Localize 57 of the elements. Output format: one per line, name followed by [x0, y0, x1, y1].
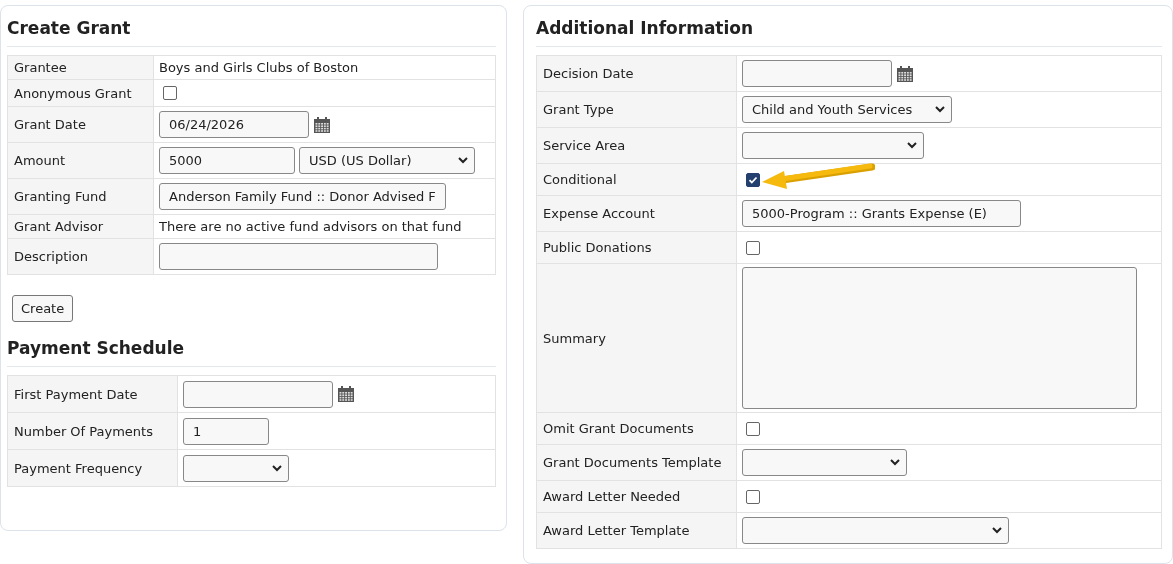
select-field[interactable]: [183, 454, 289, 482]
input-field[interactable]: 5000-Program :: Grants Expense (E): [742, 200, 1021, 227]
field-label: Number Of Payments: [7, 412, 178, 450]
field-label: Granting Fund: [7, 178, 154, 215]
input-field[interactable]: [159, 243, 438, 270]
checkbox[interactable]: [746, 489, 760, 504]
select-field[interactable]: Child and Youth Services: [742, 96, 952, 123]
summary-field[interactable]: [742, 267, 1137, 409]
field-label: Amount: [7, 142, 154, 179]
field-label: Grantee: [7, 55, 154, 80]
field-label: Public Donations: [536, 231, 737, 264]
amount-field[interactable]: 5000: [159, 147, 295, 174]
chevron-down-icon: [890, 459, 900, 466]
checkbox[interactable]: [746, 240, 760, 255]
date-field[interactable]: [183, 380, 333, 408]
checkmark-icon: [748, 174, 758, 185]
calendar-icon[interactable]: [896, 64, 914, 83]
calendar-icon[interactable]: [313, 115, 331, 134]
input-field[interactable]: 1: [183, 417, 269, 445]
input-field[interactable]: Anderson Family Fund :: Donor Advised F: [159, 183, 446, 210]
field-label: Award Letter Template: [536, 512, 737, 549]
create-button[interactable]: Create: [12, 295, 74, 322]
select-field[interactable]: [742, 449, 907, 476]
field-label: Payment Frequency: [7, 449, 178, 487]
checkbox[interactable]: [163, 86, 177, 100]
chevron-down-icon: [458, 157, 468, 164]
date-field[interactable]: 06/24/2026: [159, 111, 309, 138]
section-title: Payment Schedule: [7, 338, 496, 367]
chevron-down-icon: [992, 527, 1002, 534]
section-title: Create Grant: [7, 18, 496, 47]
calendar-icon[interactable]: [337, 385, 355, 403]
field-label: Award Letter Needed: [536, 480, 737, 513]
currency-select[interactable]: USD (US Dollar): [299, 147, 475, 174]
field-label: Grant Advisor: [7, 214, 154, 239]
field-label: Anonymous Grant: [7, 79, 154, 107]
chevron-down-icon: [272, 464, 282, 472]
field-label: First Payment Date: [7, 375, 178, 413]
field-label: Description: [7, 238, 154, 275]
field-label: Service Area: [536, 127, 737, 164]
checkbox[interactable]: [746, 172, 760, 187]
field-label: Grant Date: [7, 106, 154, 143]
checkbox[interactable]: [746, 421, 760, 436]
select-field[interactable]: [742, 132, 924, 159]
field-label: Decision Date: [536, 55, 737, 92]
field-value: Boys and Girls Clubs of Boston: [159, 60, 359, 75]
select-field[interactable]: [742, 517, 1009, 544]
chevron-down-icon: [907, 142, 917, 149]
field-label: Expense Account: [536, 195, 737, 232]
field-label: Omit Grant Documents: [536, 412, 737, 445]
date-field[interactable]: [742, 60, 892, 87]
section-title: Additional Information: [536, 18, 1162, 47]
field-value: There are no active fund advisors on that fund: [159, 219, 462, 234]
field-label: Summary: [536, 263, 737, 413]
field-label: Conditional: [536, 163, 737, 196]
field-label: Grant Documents Template: [536, 444, 737, 481]
field-label: Grant Type: [536, 91, 737, 128]
chevron-down-icon: [935, 106, 945, 113]
